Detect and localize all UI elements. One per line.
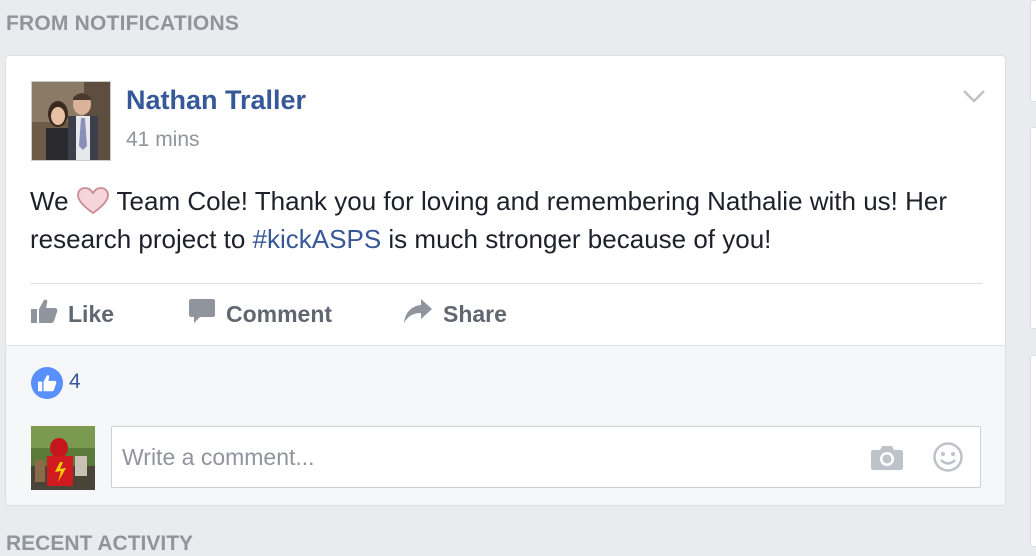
side-card [1030, 0, 1036, 102]
post-timestamp[interactable]: 41 mins [126, 128, 200, 152]
side-card [1030, 355, 1036, 547]
side-card [1030, 127, 1036, 329]
commenter-avatar[interactable] [31, 426, 95, 490]
thumbs-up-icon [30, 298, 68, 330]
share-button[interactable]: Share [403, 296, 507, 332]
post-text-part: We [30, 186, 69, 216]
like-count[interactable]: 4 [69, 370, 81, 394]
comment-box [111, 426, 981, 488]
post-text: We Team Cole! Thank you for loving and r… [30, 182, 990, 258]
heart-icon [76, 187, 110, 215]
speech-bubble-icon [188, 297, 226, 331]
chevron-down-icon[interactable] [961, 86, 987, 106]
smiley-icon[interactable] [932, 441, 964, 473]
post-card: Nathan Traller 41 mins We Team Cole! Tha… [5, 55, 1006, 506]
divider [30, 283, 982, 284]
comment-input[interactable] [112, 427, 852, 487]
post-text-part: is much stronger because of you! [388, 224, 772, 254]
like-label: Like [68, 300, 115, 327]
camera-icon[interactable] [870, 443, 904, 471]
author-avatar[interactable] [31, 81, 111, 161]
author-name-link[interactable]: Nathan Traller [126, 85, 306, 116]
comment-label: Comment [226, 300, 333, 327]
section-header-notifications: FROM NOTIFICATIONS [6, 12, 240, 35]
like-button[interactable]: Like [30, 296, 114, 332]
comment-button[interactable]: Comment [188, 296, 332, 332]
share-arrow-icon [403, 298, 443, 330]
post-footer: 4 [6, 345, 1005, 505]
thumbs-up-icon[interactable] [31, 367, 63, 399]
share-label: Share [443, 300, 507, 327]
section-header-recent-activity: RECENT ACTIVITY [6, 532, 194, 555]
hashtag-link[interactable]: #kickASPS [253, 224, 382, 254]
